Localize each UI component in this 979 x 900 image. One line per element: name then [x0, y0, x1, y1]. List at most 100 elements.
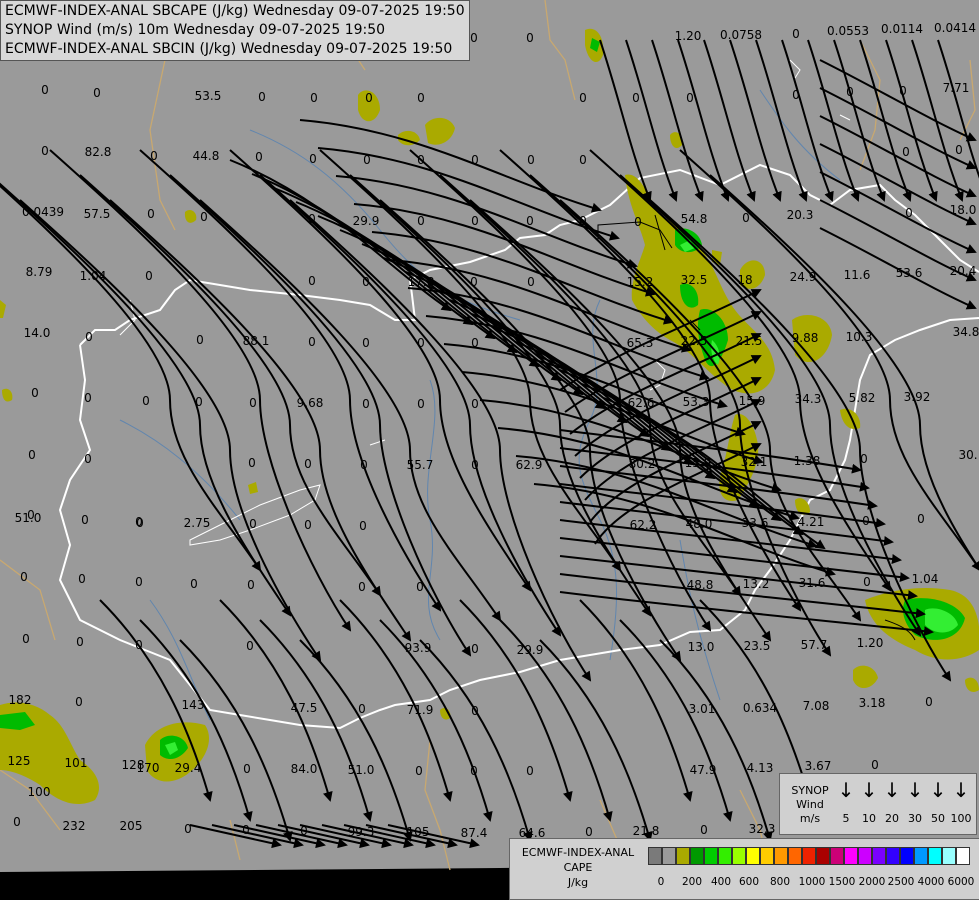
wind-streamline	[781, 39, 834, 202]
cape-value-label: 0.0114	[881, 22, 923, 36]
cape-value-label: 47.9	[689, 763, 717, 777]
title-wind: SYNOP Wind (m/s) 10m Wednesday 09-07-202…	[5, 22, 386, 38]
cape-value-label: 0	[310, 91, 318, 105]
cape-value-label: 0	[579, 214, 587, 228]
cape-legend-swatch	[704, 847, 718, 865]
cape-legend-swatch	[886, 847, 900, 865]
cape-value-label: 0	[84, 391, 92, 405]
cape-value-label: 0	[135, 515, 143, 529]
cape-value-label: 0	[246, 639, 254, 653]
cape-value-label: 232	[62, 819, 86, 833]
cape-legend-swatch	[662, 847, 676, 865]
cape-legend: ECMWF-INDEX-ANAL CAPE J/kg 0 200 400 600 800…	[509, 838, 979, 900]
rivers-layer	[119, 89, 841, 721]
cape-legend-tick: 6000	[947, 876, 975, 888]
cape-value-label: 0	[686, 91, 694, 105]
wind-streamline	[79, 174, 382, 597]
cape-value-label: 84.0	[290, 762, 318, 776]
cape-value-label: 0	[905, 206, 913, 220]
cape-value-label: 3.92	[903, 390, 931, 404]
cape-value-label: 11.6	[843, 268, 871, 282]
cape-value-label: 87.4	[460, 826, 488, 840]
cape-value-label: 1.04	[79, 269, 107, 283]
cape-value-label: 0	[196, 333, 204, 347]
cape-value-label: 0	[135, 575, 143, 589]
cape-value-label: 1.04	[911, 572, 939, 586]
wind-streamlines	[0, 39, 979, 849]
cape-value-label: 0	[41, 83, 49, 97]
cape-value-label: 0	[20, 570, 28, 584]
cape-value-label: 53.5	[194, 89, 222, 103]
cape-value-label: 53.6	[895, 266, 923, 280]
wind-legend-arrow-icon: ↓	[860, 778, 878, 802]
cape-value-label: 0	[358, 580, 366, 594]
cape-value-label: 8.79	[25, 265, 53, 279]
wind-legend-arrow-icon: ↓	[929, 778, 947, 802]
wind-legend-speed: 10	[862, 812, 876, 825]
cape-value-label: 0	[863, 575, 871, 589]
cape-value-label: 0	[846, 85, 854, 99]
cape-value-label: 0	[415, 764, 423, 778]
title-cape: ECMWF-INDEX-ANAL SBCAPE (J/kg) Wednesday…	[5, 3, 465, 19]
cape-value-label: 0	[526, 31, 534, 45]
cape-value-label: 0	[902, 145, 910, 159]
cape-legend-swatch	[956, 847, 970, 865]
cape-value-label: 0	[22, 632, 30, 646]
cape-value-label: 0	[300, 824, 308, 838]
cape-value-label: 18	[737, 273, 753, 287]
cape-value-label: 0	[471, 336, 479, 350]
cape-value-label: 24.9	[789, 270, 817, 284]
cape-value-label: 34.8	[952, 325, 979, 339]
cape-value-label: 9.88	[791, 331, 819, 345]
wind-streamline	[659, 639, 773, 842]
cape-value-label: 57.7	[800, 638, 828, 652]
wind-legend-arrow-icon: ↓	[952, 778, 970, 802]
cape-value-label: 0	[308, 335, 316, 349]
cape-value-label: 88.1	[242, 334, 270, 348]
cape-value-label: 0	[150, 149, 158, 163]
cape-value-label: 0	[470, 275, 478, 289]
cape-value-label: 0	[258, 90, 266, 104]
cape-value-label: 29.9	[352, 214, 380, 228]
cape-value-label: 17.8	[407, 275, 435, 289]
cape-value-label: 54.8	[680, 212, 708, 226]
cape-value-label: 0	[925, 695, 933, 709]
cape-value-label: 30.	[958, 448, 978, 462]
cape-value-label: 48.0	[685, 517, 713, 531]
cape-value-label: 0.634	[742, 701, 778, 715]
cape-value-label: 4.13	[746, 761, 774, 775]
cape-legend-swatch	[760, 847, 774, 865]
cape-value-label: 33.6	[741, 516, 769, 530]
cape-value-label: 0	[28, 448, 36, 462]
cape-value-label: 15.9	[684, 456, 712, 470]
cape-value-label: 0	[417, 153, 425, 167]
cape-value-label: 0	[860, 452, 868, 466]
cape-value-label: 62.9	[515, 458, 543, 472]
cape-value-label: 21.5	[735, 334, 763, 348]
wind-streamline	[139, 619, 253, 822]
cape-value-label: 0.0414	[934, 21, 976, 35]
cape-value-label: 20.4	[949, 264, 977, 278]
cape-value-label: 9.68	[296, 396, 324, 410]
cape-value-label: 0	[742, 211, 750, 225]
cape-value-label: 44.8	[192, 149, 220, 163]
wind-streamline	[599, 39, 652, 202]
cape-value-label: 0	[255, 150, 263, 164]
cape-legend-tick: 800	[769, 876, 791, 888]
cape-value-label: 0	[792, 27, 800, 41]
cape-value-label: 0.0439	[22, 205, 64, 219]
cape-value-label: 0	[417, 336, 425, 350]
cape-value-label: 182	[8, 693, 32, 707]
cape-value-label: 62.2	[629, 518, 657, 532]
cape-value-label: 5.82	[848, 391, 876, 405]
cape-value-label: 0	[363, 153, 371, 167]
cape-value-label: 0	[471, 153, 479, 167]
cape-value-label: 99.3	[347, 825, 375, 839]
cape-legend-tick: 400	[710, 876, 732, 888]
wind-legend-speed: 100	[950, 812, 972, 825]
cape-legend-swatch	[928, 847, 942, 865]
cape-value-label: 0	[470, 764, 478, 778]
cape-legend-tick: 2000	[858, 876, 886, 888]
cape-value-label: 48.8	[686, 578, 714, 592]
cape-value-label: 0	[526, 214, 534, 228]
